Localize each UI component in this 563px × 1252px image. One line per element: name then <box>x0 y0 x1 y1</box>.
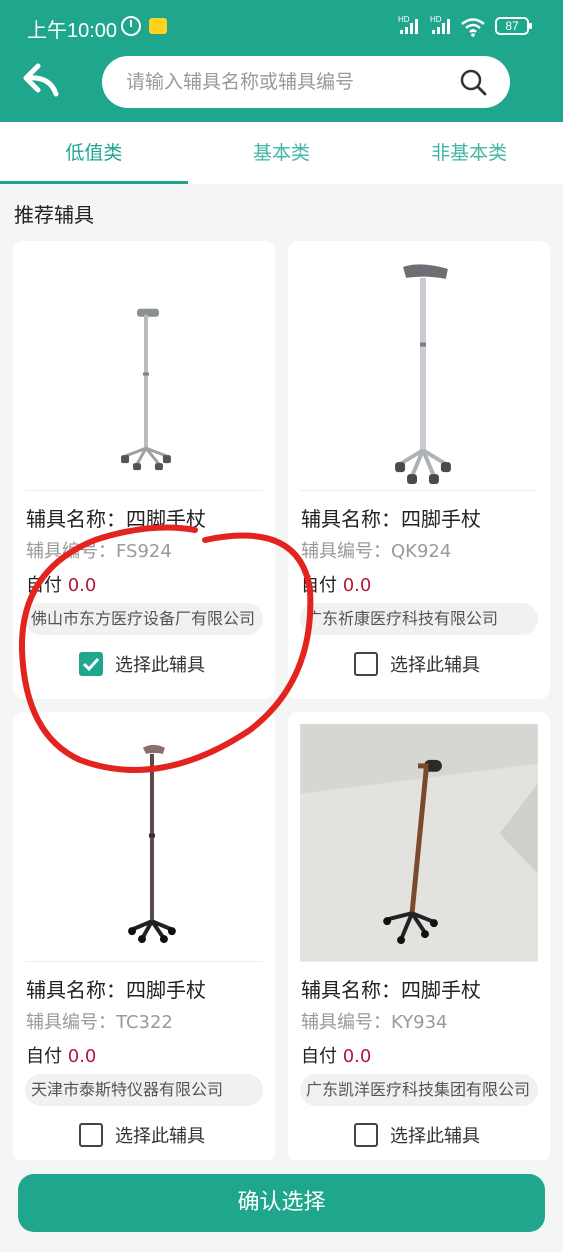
status-time: 上午10:00 <box>27 20 118 42</box>
self-pay: 自付 0.0 <box>26 571 96 597</box>
self-pay-label: 自付 <box>301 1046 337 1067</box>
manufacturer-tag: 天津市泰斯特仪器有限公司 <box>25 1074 263 1106</box>
product-card[interactable]: 辅具名称：四脚手杖 辅具编号：TC322 自付 0.0 天津市泰斯特仪器有限公司… <box>13 712 275 1162</box>
price-value: 0.0 <box>67 1046 97 1067</box>
cane-image <box>25 724 263 962</box>
self-pay-label: 自付 <box>26 575 62 596</box>
search-bar <box>102 56 510 108</box>
aid-name: 辅具名称：四脚手杖 <box>26 507 206 531</box>
cane-image <box>300 253 538 491</box>
cane-image <box>25 253 263 491</box>
search-icon[interactable] <box>458 67 488 97</box>
checkbox-unchecked[interactable] <box>79 1123 103 1147</box>
self-pay: 自付 0.0 <box>26 1042 96 1068</box>
product-card[interactable]: 辅具名称：四脚手杖 辅具编号：QK924 自付 0.0 广东祈康医疗科技有限公司… <box>288 241 550 699</box>
alarm-icon <box>121 16 141 36</box>
aid-name: 辅具名称：四脚手杖 <box>26 978 206 1002</box>
battery-indicator: 87 <box>495 17 532 35</box>
select-aid-checkbox[interactable]: 选择此辅具 <box>79 1122 205 1148</box>
aid-code: 辅具编号：TC322 <box>26 1012 173 1033</box>
search-input[interactable] <box>126 66 446 98</box>
manufacturer-tag: 广东凯洋医疗科技集团有限公司 <box>300 1074 538 1106</box>
select-aid-label: 选择此辅具 <box>115 1126 205 1147</box>
self-pay: 自付 0.0 <box>301 571 371 597</box>
app-header: 上午10:00 HD HD 87 <box>0 0 563 122</box>
select-aid-checkbox[interactable]: 选择此辅具 <box>354 651 480 677</box>
signal-icon-2 <box>432 19 450 34</box>
select-aid-label: 选择此辅具 <box>390 655 480 676</box>
price-value: 0.0 <box>342 575 372 596</box>
tab-low-value[interactable]: 低值类 <box>0 122 188 184</box>
aid-code: 辅具编号：KY934 <box>301 1012 448 1033</box>
aid-name: 辅具名称：四脚手杖 <box>301 978 481 1002</box>
back-arrow-icon[interactable] <box>22 62 62 98</box>
tab-basic[interactable]: 基本类 <box>188 122 376 184</box>
aid-name: 辅具名称：四脚手杖 <box>301 507 481 531</box>
manufacturer-tag: 广东祈康医疗科技有限公司 <box>300 603 538 635</box>
product-card[interactable]: 辅具名称：四脚手杖 辅具编号：FS924 自付 0.0 佛山市东方医疗设备厂有限… <box>13 241 275 699</box>
confirm-selection-button[interactable]: 确认选择 <box>18 1174 545 1232</box>
signal-icon <box>400 19 418 34</box>
section-title: 推荐辅具 <box>14 203 94 227</box>
self-pay: 自付 0.0 <box>301 1042 371 1068</box>
checkbox-unchecked[interactable] <box>354 1123 378 1147</box>
cane-photo <box>300 724 538 962</box>
category-tabs: 低值类 基本类 非基本类 <box>0 122 563 184</box>
status-bar: 上午10:00 HD HD 87 <box>0 0 563 52</box>
self-pay-label: 自付 <box>26 1046 62 1067</box>
aid-code: 辅具编号：QK924 <box>301 541 452 562</box>
tab-non-basic[interactable]: 非基本类 <box>375 122 563 184</box>
wifi-icon <box>461 18 485 37</box>
price-value: 0.0 <box>67 575 97 596</box>
select-aid-checkbox[interactable]: 选择此辅具 <box>79 651 205 677</box>
product-card[interactable]: 辅具名称：四脚手杖 辅具编号：KY934 自付 0.0 广东凯洋医疗科技集团有限… <box>288 712 550 1162</box>
select-aid-checkbox[interactable]: 选择此辅具 <box>354 1122 480 1148</box>
checkmark-icon <box>82 657 100 672</box>
manufacturer-tag: 佛山市东方医疗设备厂有限公司 <box>25 603 263 635</box>
select-aid-label: 选择此辅具 <box>115 655 205 676</box>
self-pay-label: 自付 <box>301 575 337 596</box>
app-notification-icon <box>149 18 167 34</box>
price-value: 0.0 <box>342 1046 372 1067</box>
checkbox-checked[interactable] <box>79 652 103 676</box>
aid-code: 辅具编号：FS924 <box>26 541 172 562</box>
select-aid-label: 选择此辅具 <box>390 1126 480 1147</box>
checkbox-unchecked[interactable] <box>354 652 378 676</box>
